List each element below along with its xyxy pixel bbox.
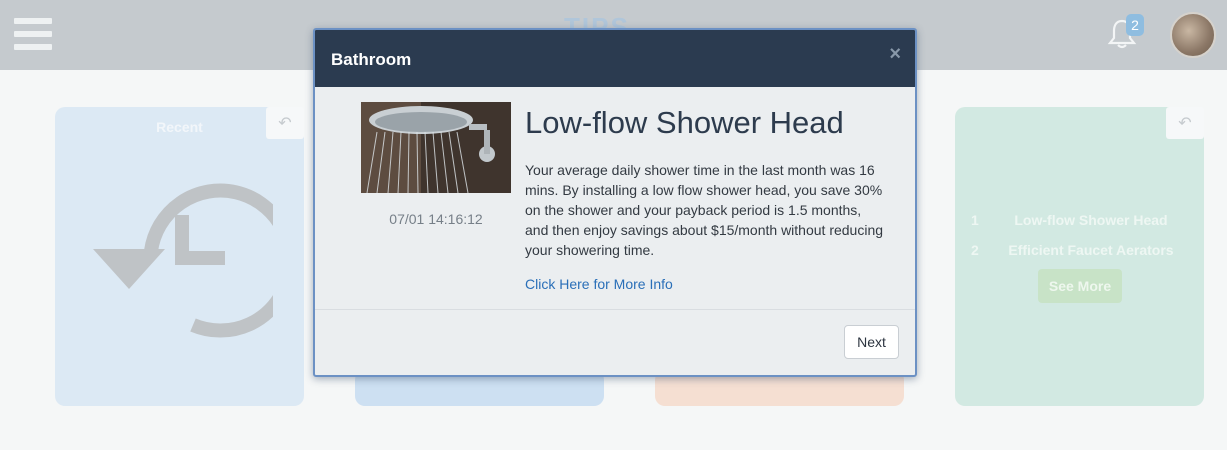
avatar[interactable] bbox=[1170, 12, 1216, 58]
tip-label: Low-flow Shower Head bbox=[1014, 212, 1168, 228]
undo-icon[interactable]: ↶ bbox=[266, 107, 304, 139]
tip-label: Efficient Faucet Aerators bbox=[1008, 242, 1174, 258]
tip-number: 2 bbox=[971, 242, 979, 258]
notification-badge: 2 bbox=[1126, 14, 1144, 36]
undo-icon[interactable]: ↶ bbox=[1166, 107, 1204, 139]
next-button[interactable]: Next bbox=[844, 325, 899, 359]
tip-timestamp: 07/01 14:16:12 bbox=[389, 211, 483, 227]
divider bbox=[315, 309, 915, 310]
see-more-button[interactable]: See More bbox=[1038, 269, 1122, 303]
tip-number: 1 bbox=[971, 212, 979, 228]
tip-description: Your average daily shower time in the la… bbox=[525, 162, 884, 258]
tip-modal: Bathroom × 07/01 14:16:12 Low-flow Showe… bbox=[313, 28, 917, 377]
shower-head-image bbox=[361, 102, 511, 193]
tips-card: ↶ 1 Low-flow Shower Head 2 Efficient Fauce… bbox=[955, 107, 1204, 406]
recent-card: Recent ↶ bbox=[55, 107, 304, 406]
tip-list-item[interactable]: 2 Efficient Faucet Aerators bbox=[971, 242, 1191, 258]
tip-list-item[interactable]: 1 Low-flow Shower Head bbox=[971, 212, 1191, 228]
menu-icon[interactable] bbox=[14, 18, 52, 50]
close-icon[interactable]: × bbox=[889, 43, 901, 66]
tip-heading: Low-flow Shower Head bbox=[525, 105, 844, 140]
more-info-link[interactable]: Click Here for More Info bbox=[525, 276, 673, 292]
modal-title: Bathroom bbox=[331, 50, 412, 69]
history-icon bbox=[93, 183, 273, 338]
modal-header: Bathroom × bbox=[315, 30, 915, 87]
